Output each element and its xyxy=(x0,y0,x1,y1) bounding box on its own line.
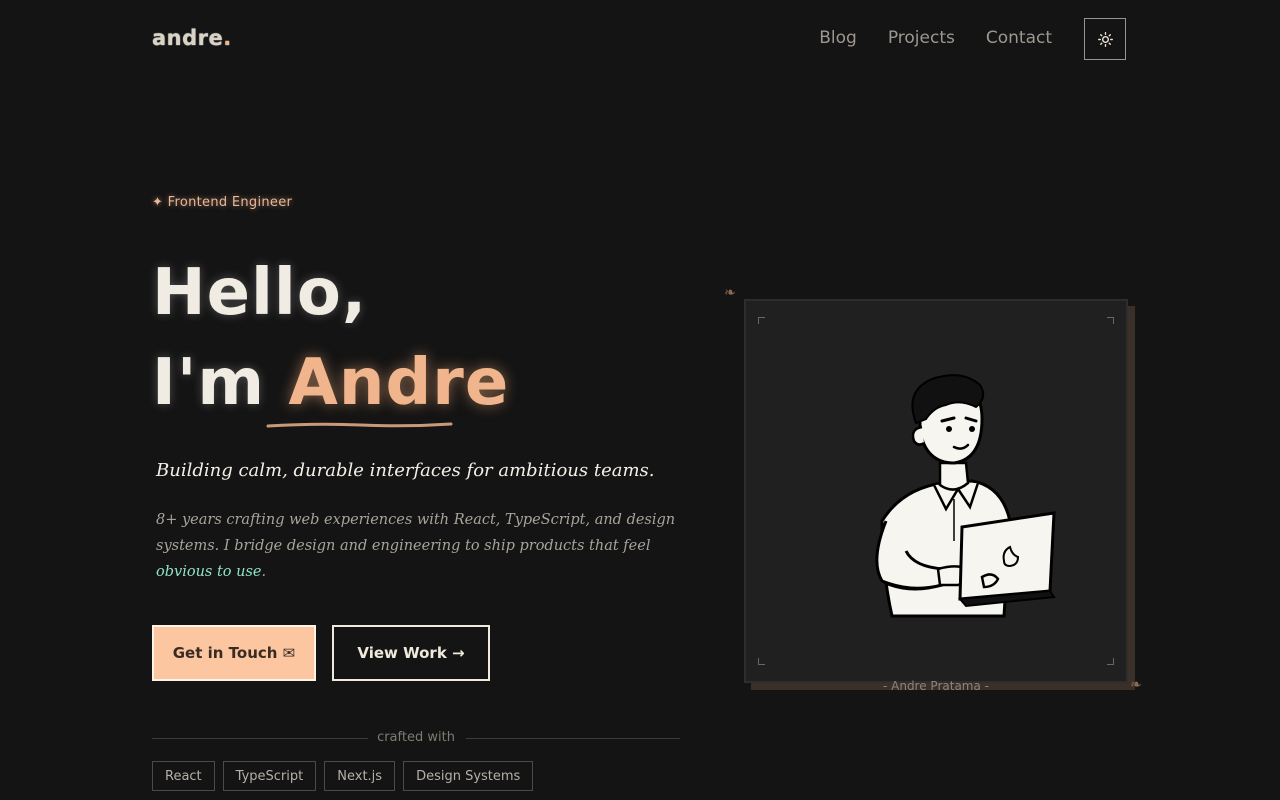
ornament-top-left: ❧ xyxy=(724,285,736,301)
hero-description: 8+ years crafting web experiences with R… xyxy=(156,507,676,585)
theme-toggle-button[interactable] xyxy=(1084,18,1126,60)
nav-link-blog[interactable]: Blog xyxy=(819,28,857,48)
role-eyebrow: ✦ Frontend Engineer xyxy=(152,195,292,210)
tech-chip-nextjs: Next.js xyxy=(324,761,396,791)
frame-corner-mark xyxy=(1107,658,1114,665)
portrait-caption: - Andre Pratama - xyxy=(882,679,989,693)
description-text: 8+ years crafting web experiences with R… xyxy=(156,512,676,554)
tech-chip-typescript: TypeScript xyxy=(222,761,317,791)
main-nav: Blog Projects Contact xyxy=(819,28,1052,48)
name-underline xyxy=(266,422,453,428)
portrait-frame xyxy=(744,299,1128,683)
greeting-line: Hello, xyxy=(152,256,368,330)
site-logo[interactable]: andre. xyxy=(152,26,232,50)
role-label: Frontend Engineer xyxy=(167,195,293,210)
hero-name: Andre xyxy=(288,346,510,420)
intro-prefix: I'm xyxy=(152,346,289,420)
logo-dot: . xyxy=(223,26,232,50)
sun-icon xyxy=(1097,31,1113,47)
nav-link-projects[interactable]: Projects xyxy=(888,28,955,48)
hero-tagline: Building calm, durable interfaces for am… xyxy=(156,460,655,481)
nav-link-contact[interactable]: Contact xyxy=(986,28,1052,48)
logo-text: andre xyxy=(152,26,224,50)
frame-corner-mark xyxy=(758,317,765,324)
sparkle-icon: ✦ xyxy=(152,195,164,210)
hero-heading: Hello, I'm Andre xyxy=(152,248,509,428)
tech-chip-design-systems: Design Systems xyxy=(403,761,534,791)
developer-illustration xyxy=(875,374,1056,618)
frame-corner-mark xyxy=(758,658,765,665)
ornament-bottom-right: ❧ xyxy=(1130,677,1142,693)
frame-corner-mark xyxy=(1107,317,1114,324)
view-work-button[interactable]: View Work → xyxy=(332,625,490,681)
divider-left xyxy=(152,738,368,739)
description-end: . xyxy=(261,564,267,580)
crafted-with-label: crafted with xyxy=(377,730,455,745)
tech-chip-react: React xyxy=(152,761,215,791)
get-in-touch-button[interactable]: Get in Touch ✉ xyxy=(152,625,316,681)
tech-stack-list: React TypeScript Next.js Design Systems xyxy=(152,761,534,791)
divider-right xyxy=(466,738,680,739)
description-highlight: obvious to use xyxy=(156,564,262,580)
